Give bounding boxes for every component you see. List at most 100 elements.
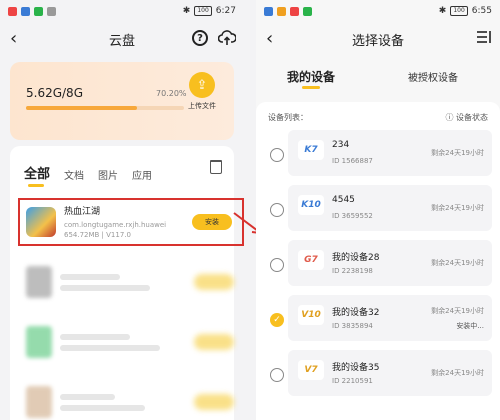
- device-name: 我的设备35: [332, 363, 380, 373]
- cloud-upload-icon[interactable]: [218, 30, 236, 46]
- tab-documents[interactable]: 文档: [64, 167, 84, 182]
- app-notify-icon: [8, 6, 17, 16]
- back-icon[interactable]: ‹: [10, 28, 17, 49]
- clock: 6:27: [215, 6, 236, 16]
- blurred-app-icon: [26, 326, 52, 358]
- app-row-highlighted[interactable]: 热血江湖 com.longtugame.rxjh.huawei 654.72MB…: [18, 198, 244, 246]
- app-notify-icon: [277, 6, 286, 16]
- blurred-text: [60, 344, 160, 351]
- blurred-app-icon: [26, 386, 52, 418]
- device-row[interactable]: V7 我的设备35 ID 2210591 剩余24天19小时: [256, 350, 500, 400]
- device-name: 234: [332, 140, 350, 150]
- app-row-blurred[interactable]: [18, 258, 244, 306]
- upload-label: 上传文件: [188, 102, 216, 110]
- device-id: ID 3835894: [332, 322, 373, 330]
- blurred-text: [60, 404, 145, 411]
- device-remaining-time: 剩余24天19小时: [431, 259, 484, 267]
- device-remaining-time: 剩余24天19小时: [431, 307, 484, 315]
- page-title: 选择设备: [351, 33, 404, 49]
- device-card[interactable]: V10 我的设备32 ID 3835894 剩余24天19小时 安装中...: [288, 295, 492, 341]
- app-package: com.longtugame.rxjh.huawei: [64, 221, 167, 229]
- storage-used: 5.62G/8G: [26, 86, 83, 100]
- game-app-icon: [26, 207, 56, 237]
- navbar: ‹ 云盘 ?: [0, 22, 244, 56]
- install-button[interactable]: 安装: [192, 214, 232, 230]
- device-model-logo: G7: [298, 250, 324, 270]
- device-card[interactable]: K7 234 ID 1566887 剩余24天19小时: [288, 130, 492, 176]
- blurred-text: [60, 393, 115, 400]
- upload-file-button[interactable]: ⇪ 上传文件: [182, 72, 222, 111]
- device-model-logo: V7: [298, 360, 324, 380]
- device-remaining-time: 剩余24天19小时: [431, 204, 484, 212]
- sort-menu-icon[interactable]: [476, 30, 492, 44]
- blurred-button[interactable]: [194, 274, 234, 290]
- device-radio[interactable]: [270, 368, 284, 382]
- device-row[interactable]: ✓ V10 我的设备32 ID 3835894 剩余24天19小时 安装中...: [256, 295, 500, 345]
- app-name: 热血江湖: [64, 207, 101, 217]
- device-name: 我的设备32: [332, 308, 380, 318]
- device-radio[interactable]: ✓: [270, 313, 284, 327]
- app-notify-icon: [21, 6, 30, 16]
- app-size-version: 654.72MB | V117.0: [64, 231, 131, 239]
- bluetooth-icon: ✱: [182, 6, 191, 16]
- device-row[interactable]: K7 234 ID 1566887 剩余24天19小时: [256, 130, 500, 180]
- device-install-status: 安装中...: [456, 322, 484, 330]
- active-tab-indicator: [302, 85, 320, 89]
- tab-apps[interactable]: 应用: [132, 167, 152, 182]
- tab-my-devices-label: 我的设备: [286, 69, 335, 84]
- status-bar: ✱ 100 6:55: [256, 0, 500, 22]
- device-id: ID 2238198: [332, 267, 373, 275]
- device-card[interactable]: V7 我的设备35 ID 2210591 剩余24天19小时: [288, 350, 492, 396]
- tab-authorized-devices[interactable]: 被授权设备: [366, 69, 500, 84]
- device-tabs: 我的设备 被授权设备: [256, 56, 500, 96]
- device-row[interactable]: K10 4545 ID 3659552 剩余24天19小时: [256, 185, 500, 235]
- blurred-text: [60, 333, 130, 340]
- file-tabs: 全部 文档 图片 应用: [10, 146, 234, 182]
- device-status-label: 设备状态: [456, 113, 488, 122]
- device-radio[interactable]: [270, 203, 284, 217]
- blurred-text: [60, 284, 150, 291]
- device-remaining-time: 剩余24天19小时: [431, 149, 484, 157]
- clock: 6:55: [471, 6, 492, 16]
- select-device-screen: ✱ 100 6:55 ‹ 选择设备 我的设备 被授权设备 设备列表： ⓘ 设备状…: [256, 0, 500, 420]
- bluetooth-icon: ✱: [438, 6, 447, 16]
- battery-icon: 100: [194, 6, 212, 16]
- help-icon[interactable]: ?: [192, 30, 208, 46]
- tab-images[interactable]: 图片: [98, 167, 118, 182]
- device-card[interactable]: K10 4545 ID 3659552 剩余24天19小时: [288, 185, 492, 231]
- device-name: 4545: [332, 195, 355, 205]
- tab-all[interactable]: 全部: [24, 163, 50, 182]
- device-row[interactable]: G7 我的设备28 ID 2238198 剩余24天19小时: [256, 240, 500, 290]
- app-notify-icon: [264, 6, 273, 16]
- device-status-link[interactable]: ⓘ 设备状态: [445, 112, 488, 123]
- status-bar: ✱ 100 6:27: [0, 0, 244, 22]
- notification-icons: [8, 6, 56, 16]
- app-notify-icon: [303, 6, 312, 16]
- device-name: 我的设备28: [332, 253, 380, 263]
- device-radio[interactable]: [270, 258, 284, 272]
- app-row-blurred[interactable]: [18, 378, 244, 420]
- app-row-blurred[interactable]: [18, 318, 244, 366]
- device-card[interactable]: G7 我的设备28 ID 2238198 剩余24天19小时: [288, 240, 492, 286]
- blurred-button[interactable]: [194, 394, 234, 410]
- blurred-app-icon: [26, 266, 52, 298]
- storage-progress-fill: [26, 106, 137, 110]
- question-icon: ⓘ: [445, 113, 456, 122]
- tab-my-devices[interactable]: 我的设备: [256, 68, 366, 89]
- device-id: ID 2210591: [332, 377, 373, 385]
- app-notify-icon: [47, 6, 56, 16]
- page-title: 云盘: [108, 33, 135, 49]
- device-remaining-time: 剩余24天19小时: [431, 369, 484, 377]
- battery-icon: 100: [450, 6, 468, 16]
- trash-icon[interactable]: [210, 160, 222, 174]
- app-notify-icon: [34, 6, 43, 16]
- blurred-button[interactable]: [194, 334, 234, 350]
- device-id: ID 3659552: [332, 212, 373, 220]
- blurred-text: [60, 273, 120, 280]
- storage-card: 5.62G/8G 70.20% ⇪ 上传文件: [10, 62, 234, 140]
- back-icon[interactable]: ‹: [266, 28, 273, 49]
- device-model-logo: K10: [298, 195, 324, 215]
- app-notify-icon: [290, 6, 299, 16]
- device-radio[interactable]: [270, 148, 284, 162]
- device-id: ID 1566887: [332, 157, 373, 165]
